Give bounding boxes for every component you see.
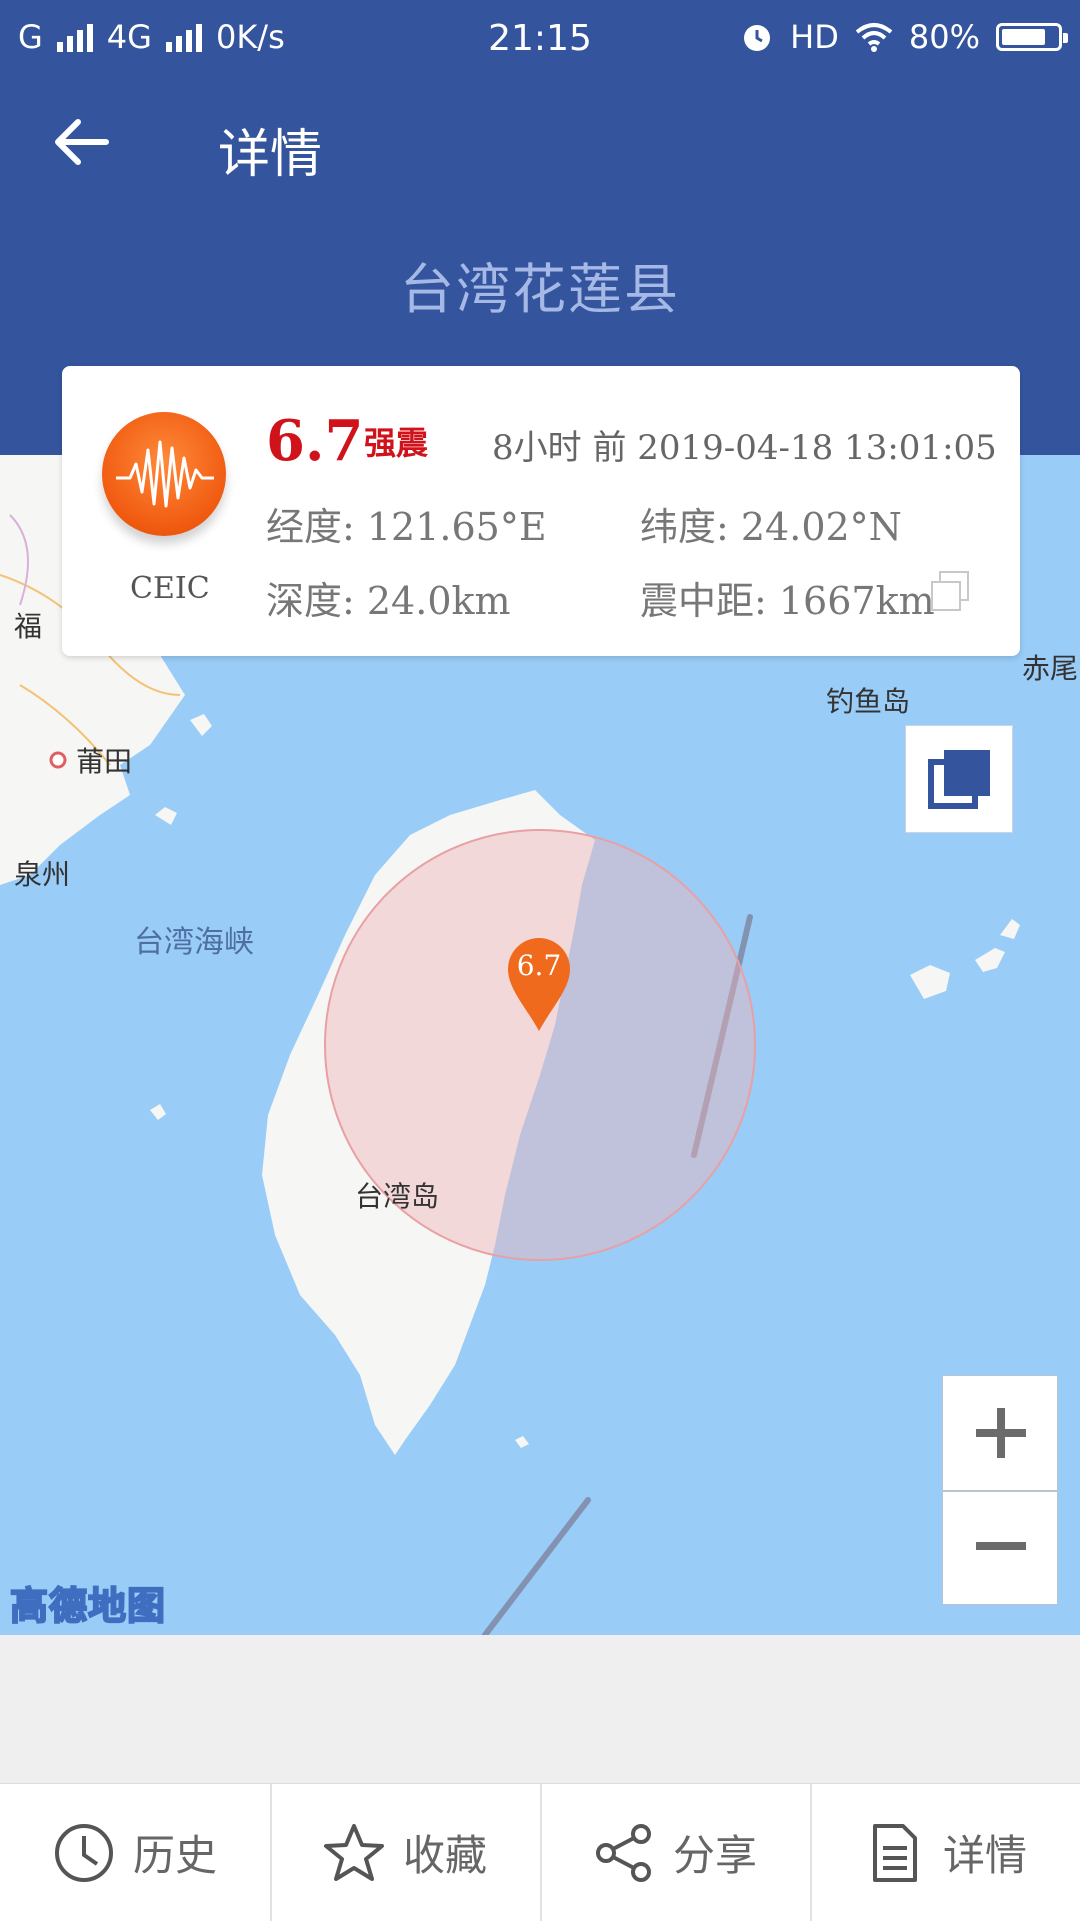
map-label-island: 台湾岛	[355, 1180, 440, 1213]
status-bar: G 4G 0K/s 21:15 HD 80%	[0, 0, 1080, 80]
map-label-quanzhou: 泉州	[14, 858, 71, 891]
wifi-icon	[855, 23, 893, 52]
minus-icon	[976, 1542, 1026, 1550]
marker-value: 6.7	[516, 949, 562, 982]
quake-level: 强震	[364, 424, 429, 462]
alarm-icon	[744, 25, 771, 51]
quake-location: 台湾花莲县	[400, 258, 680, 321]
nav-label: 收藏	[402, 1831, 487, 1880]
plus-icon	[976, 1408, 1026, 1458]
map-logo: 高德地图	[9, 1583, 167, 1629]
copy-icon[interactable]	[928, 568, 974, 614]
page-title: 详情	[218, 125, 323, 185]
layers-icon	[928, 750, 990, 809]
share-icon	[595, 1823, 651, 1882]
map-label-diaoyu: 钓鱼岛	[826, 685, 911, 718]
map-label-strait: 台湾海峡	[134, 925, 254, 960]
battery-icon	[996, 23, 1068, 51]
battery-percent: 80%	[908, 18, 980, 56]
back-arrow-icon[interactable]	[52, 112, 112, 172]
depth: 深度: 24.0km	[266, 579, 511, 623]
ceic-logo-icon	[102, 412, 226, 536]
clock-icon	[54, 1823, 113, 1882]
star-icon	[323, 1823, 384, 1881]
nav-detail[interactable]: 详情	[810, 1784, 1080, 1921]
agency-label: CEIC	[130, 571, 210, 606]
nav-history[interactable]: 历史	[0, 1784, 270, 1921]
bottom-nav: 历史 收藏 分享 详情	[0, 1783, 1080, 1921]
epicenter-distance: 震中距: 1667km	[640, 579, 935, 623]
map-label-putian: 莆田	[76, 745, 133, 778]
map-label-fu: 福	[14, 610, 43, 643]
hd-label: HD	[790, 18, 839, 56]
zoom-in-button[interactable]	[943, 1376, 1059, 1490]
zoom-control	[942, 1375, 1059, 1605]
quake-marker[interactable]: 6.7	[506, 937, 572, 1033]
layer-switch-button[interactable]	[905, 725, 1013, 833]
zoom-out-button[interactable]	[943, 1492, 1059, 1604]
nav-label: 详情	[942, 1831, 1027, 1880]
longitude: 经度: 121.65°E	[266, 505, 547, 549]
nav-favorite[interactable]: 收藏	[270, 1784, 540, 1921]
nav-share[interactable]: 分享	[540, 1784, 810, 1921]
latitude: 纬度: 24.02°N	[640, 505, 902, 549]
nav-label: 历史	[132, 1831, 217, 1880]
quake-time: 8小时 前 2019-04-18 13:01:05	[492, 428, 997, 468]
map-label-chiwei: 赤尾	[1022, 652, 1079, 685]
quake-info-card: CEIC 6.7 强震 8小时 前 2019-04-18 13:01:05 经度…	[62, 366, 1020, 656]
magnitude-value: 6.7	[266, 408, 364, 474]
document-icon	[872, 1823, 917, 1882]
seismograph-icon	[116, 440, 214, 508]
nav-label: 分享	[672, 1831, 757, 1880]
